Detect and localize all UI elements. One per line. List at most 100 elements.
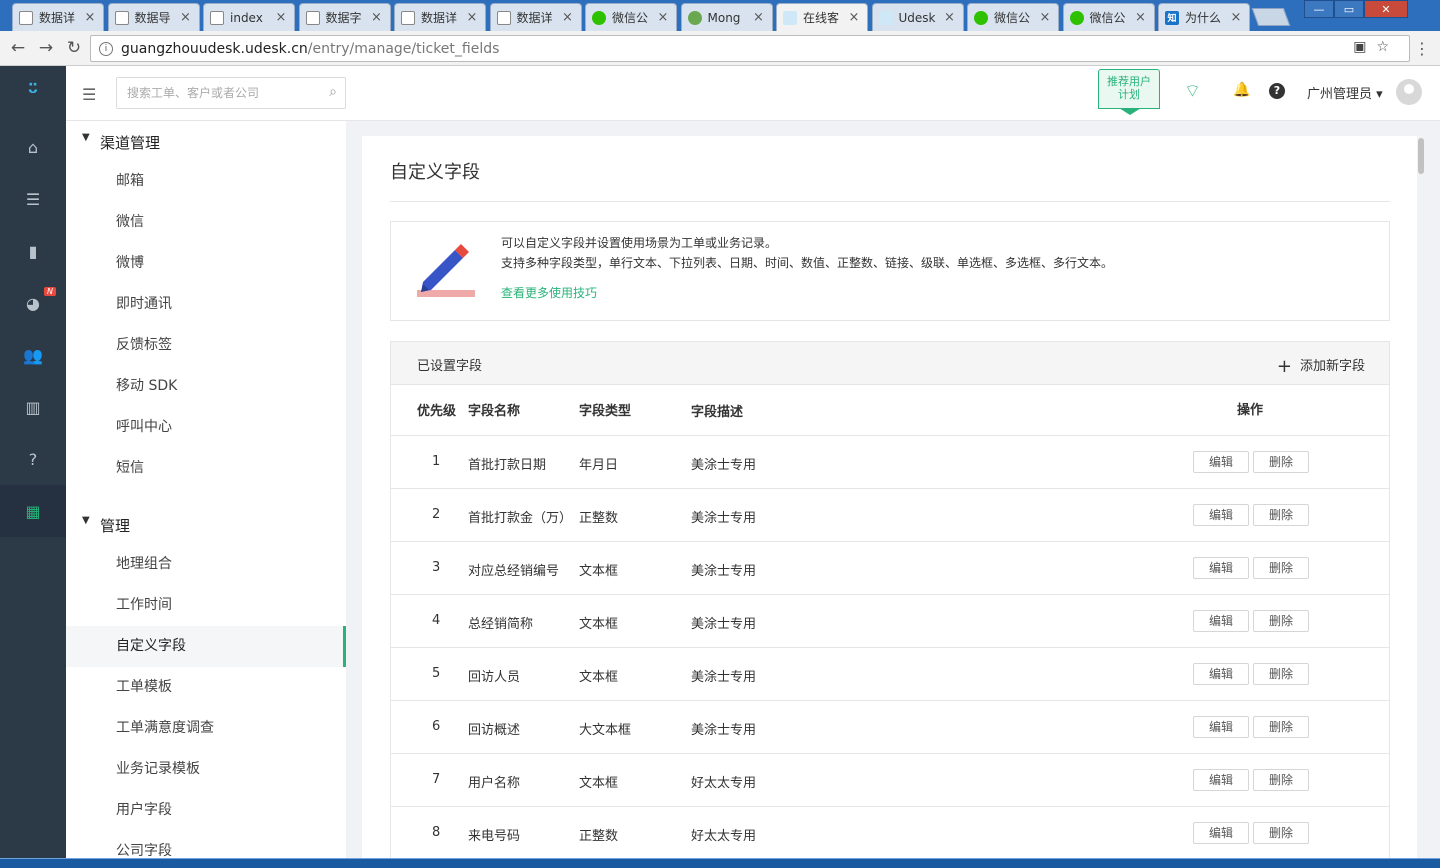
tab-close-icon[interactable]: ×: [943, 10, 957, 25]
browser-tab[interactable]: 微信公 ×: [1062, 3, 1155, 31]
back-icon[interactable]: ←: [4, 38, 32, 58]
home-icon[interactable]: ⌂: [0, 121, 66, 173]
type-cell: 文本框: [579, 564, 619, 579]
browser-tab[interactable]: 知为什么 ×: [1158, 3, 1250, 31]
browser-tab[interactable]: 微信公 ×: [967, 3, 1059, 31]
sidebar-item[interactable]: 业务记录模板: [66, 749, 346, 790]
sidebar-item[interactable]: 短信: [66, 448, 346, 489]
sidebar-item[interactable]: 工作时间: [66, 585, 346, 626]
sidebar-item[interactable]: 工单满意度调查: [66, 708, 346, 749]
priority-cell: 5: [432, 666, 441, 681]
search-input[interactable]: [117, 78, 312, 108]
tab-close-icon[interactable]: ×: [847, 10, 861, 25]
doc-favicon-icon: [496, 10, 511, 25]
delete-button[interactable]: 删除: [1253, 769, 1309, 791]
sidebar-item[interactable]: 反馈标签: [66, 325, 346, 366]
edit-button[interactable]: 编辑: [1193, 451, 1249, 473]
edit-button[interactable]: 编辑: [1193, 663, 1249, 685]
search-icon[interactable]: ⌕: [329, 84, 337, 100]
tab-close-icon[interactable]: ×: [370, 10, 384, 25]
delete-button[interactable]: 删除: [1253, 716, 1309, 738]
group-channel-management[interactable]: ▼ 渠道管理: [82, 132, 160, 153]
tab-close-icon[interactable]: ×: [179, 10, 193, 25]
sidebar-item[interactable]: 移动 SDK: [66, 366, 346, 407]
maximize-button[interactable]: ▭: [1334, 0, 1364, 18]
tab-close-icon[interactable]: ×: [561, 10, 575, 25]
promo-line1: 推荐用户: [1107, 75, 1151, 88]
book-icon[interactable]: ▥: [0, 381, 66, 433]
collapse-menu-icon[interactable]: ☰: [82, 85, 96, 104]
browser-menu-icon[interactable]: ⋮: [1414, 39, 1430, 58]
sidebar-item[interactable]: 自定义字段: [66, 626, 346, 667]
bookmark-star-icon[interactable]: ▣☆: [1353, 39, 1399, 55]
group-management[interactable]: ▼ 管理: [82, 515, 130, 536]
browser-tab[interactable]: 微信公 ×: [585, 3, 677, 31]
connection-status-icon[interactable]: ⌔: [1184, 80, 1201, 103]
browser-tab[interactable]: index ×: [203, 3, 295, 31]
delete-button[interactable]: 删除: [1253, 557, 1309, 579]
page-scrollbar[interactable]: [1417, 136, 1425, 858]
tab-close-icon[interactable]: ×: [1229, 10, 1243, 25]
sidebar-item[interactable]: 微博: [66, 243, 346, 284]
add-field-button[interactable]: + 添加新字段: [1277, 354, 1365, 377]
chart-icon[interactable]: ▮: [0, 225, 66, 277]
edit-button[interactable]: 编辑: [1193, 822, 1249, 844]
sidebar-item[interactable]: 公司字段: [66, 831, 346, 858]
reload-icon[interactable]: ↻: [60, 38, 88, 58]
scrollbar-thumb[interactable]: [1418, 138, 1424, 174]
browser-tab[interactable]: Udesk ×: [871, 3, 964, 31]
browser-tab[interactable]: 数据字 ×: [298, 3, 391, 31]
edit-button[interactable]: 编辑: [1193, 610, 1249, 632]
delete-button[interactable]: 删除: [1253, 663, 1309, 685]
info-icon[interactable]: i: [99, 41, 113, 56]
users-icon[interactable]: 👥: [0, 329, 66, 381]
udesk-logo[interactable]: ᵕ̈: [0, 66, 66, 121]
sidebar-item[interactable]: 即时通讯: [66, 284, 346, 325]
sidebar-item[interactable]: 地理组合: [66, 544, 346, 585]
tab-close-icon[interactable]: ×: [274, 10, 288, 25]
tab-close-icon[interactable]: ×: [83, 10, 97, 25]
tab-close-icon[interactable]: ×: [1134, 10, 1148, 25]
edit-button[interactable]: 编辑: [1193, 504, 1249, 526]
sidebar-item[interactable]: 邮箱: [66, 161, 346, 202]
table-label: 已设置字段: [417, 359, 483, 374]
sidebar-item[interactable]: 微信: [66, 202, 346, 243]
bell-icon[interactable]: 🔔: [1233, 82, 1250, 98]
browser-tab[interactable]: 数据详 ×: [12, 3, 104, 31]
avatar[interactable]: [1396, 79, 1422, 105]
browser-tab[interactable]: 数据导 ×: [107, 3, 200, 31]
desc-cell: 美涂士专用: [691, 723, 757, 738]
minimize-button[interactable]: —: [1304, 0, 1334, 18]
sidebar-item[interactable]: 用户字段: [66, 790, 346, 831]
delete-button[interactable]: 删除: [1253, 451, 1309, 473]
edit-button[interactable]: 编辑: [1193, 557, 1249, 579]
tab-close-icon[interactable]: ×: [465, 10, 479, 25]
tab-close-icon[interactable]: ×: [1038, 10, 1052, 25]
apps-icon[interactable]: ▦: [0, 485, 66, 537]
close-window-button[interactable]: ✕: [1364, 0, 1408, 18]
browser-tab[interactable]: 在线客 ×: [776, 3, 868, 31]
sidebar-item[interactable]: 工单模板: [66, 667, 346, 708]
browser-tab[interactable]: 数据详 ×: [394, 3, 486, 31]
list-icon[interactable]: ☰: [0, 173, 66, 225]
new-tab-button[interactable]: [1251, 8, 1291, 26]
edit-button[interactable]: 编辑: [1193, 769, 1249, 791]
help-circle-icon[interactable]: ?: [1269, 83, 1285, 99]
edit-button[interactable]: 编辑: [1193, 716, 1249, 738]
tab-close-icon[interactable]: ×: [656, 10, 670, 25]
referral-promo[interactable]: 推荐用户 计划: [1098, 69, 1160, 115]
forward-icon[interactable]: →: [32, 38, 60, 58]
delete-button[interactable]: 删除: [1253, 504, 1309, 526]
browser-tab[interactable]: Mong ×: [680, 3, 773, 31]
browser-tab[interactable]: 数据详 ×: [489, 3, 582, 31]
help-icon[interactable]: ?: [0, 433, 66, 485]
delete-button[interactable]: 删除: [1253, 610, 1309, 632]
sidebar-item[interactable]: 呼叫中心: [66, 407, 346, 448]
tab-close-icon[interactable]: ×: [752, 10, 766, 25]
table-row: 5 回访人员 文本框 美涂士专用 编辑 删除: [391, 648, 1389, 701]
pie-icon[interactable]: ◕ N: [0, 277, 66, 329]
delete-button[interactable]: 删除: [1253, 822, 1309, 844]
more-tips-link[interactable]: 查看更多使用技巧: [501, 284, 597, 301]
url-field[interactable]: i guangzhouudesk.udesk.cn/entry/manage/t…: [90, 35, 1410, 62]
user-menu[interactable]: 广州管理员 ▾: [1307, 83, 1383, 102]
